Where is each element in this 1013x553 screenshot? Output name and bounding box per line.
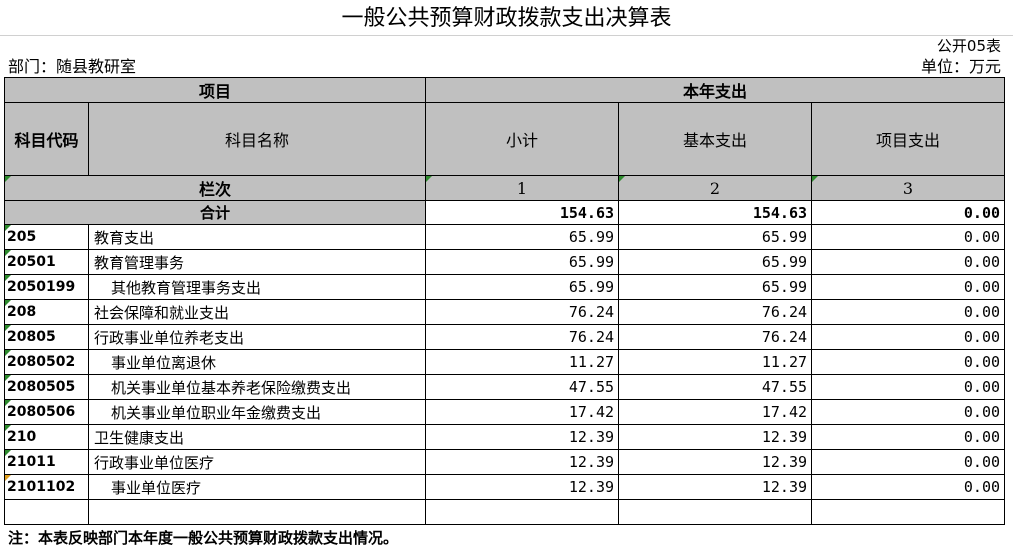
- empty-cell[interactable]: [4, 499, 89, 525]
- row-name[interactable]: 机关事业单位基本养老保险缴费支出: [87, 374, 427, 400]
- row-subtotal[interactable]: 12.39: [425, 424, 620, 450]
- header-subtotal[interactable]: 小计: [425, 102, 620, 176]
- row-subtotal[interactable]: 65.99: [425, 224, 620, 250]
- table-row: 2080505 机关事业单位基本养老保险缴费支出 47.55 47.55 0.0…: [4, 374, 1006, 400]
- row-basic[interactable]: 76.24: [618, 299, 813, 325]
- row-code[interactable]: 2050199: [4, 274, 89, 300]
- row-basic[interactable]: 12.39: [618, 474, 813, 500]
- row-code[interactable]: 2080505: [4, 374, 89, 400]
- row-name[interactable]: 行政事业单位养老支出: [87, 324, 427, 350]
- footnote: 注：本表反映部门本年度一般公共预算财政拨款支出情况。: [8, 529, 399, 547]
- row-subtotal[interactable]: 12.39: [425, 449, 620, 475]
- table-row: 208 社会保障和就业支出 76.24 76.24 0.00: [4, 299, 1006, 325]
- row-code[interactable]: 21011: [4, 449, 89, 475]
- column-index-2[interactable]: 2: [618, 175, 813, 201]
- total-project[interactable]: 0.00: [811, 200, 1006, 225]
- header-project[interactable]: 项目: [3, 77, 427, 103]
- department-label: 部门：随县教研室: [8, 57, 137, 76]
- row-project[interactable]: 0.00: [811, 299, 1006, 325]
- spreadsheet: 一般公共预算财政拨款支出决算表 公开05表 部门：随县教研室 单位：万元 项目 …: [0, 0, 1013, 553]
- row-name[interactable]: 行政事业单位医疗: [87, 449, 427, 475]
- row-name[interactable]: 教育支出: [87, 224, 427, 250]
- row-subtotal[interactable]: 65.99: [425, 274, 620, 300]
- row-project[interactable]: 0.00: [811, 399, 1006, 425]
- table-row: 20805 行政事业单位养老支出 76.24 76.24 0.00: [4, 324, 1006, 350]
- table-row: 21011 行政事业单位医疗 12.39 12.39 0.00: [4, 449, 1006, 475]
- table-row: 2101102 事业单位医疗 12.39 12.39 0.00: [4, 474, 1006, 500]
- table-row: 2080506 机关事业单位职业年金缴费支出 17.42 17.42 0.00: [4, 399, 1006, 425]
- row-basic[interactable]: 11.27: [618, 349, 813, 375]
- page-title: 一般公共预算财政拨款支出决算表: [341, 6, 672, 31]
- empty-cell[interactable]: [87, 499, 427, 525]
- table-row: 205 教育支出 65.99 65.99 0.00: [4, 224, 1006, 250]
- row-basic[interactable]: 65.99: [618, 249, 813, 275]
- row-basic[interactable]: 76.24: [618, 324, 813, 350]
- row-basic[interactable]: 65.99: [618, 224, 813, 250]
- row-name[interactable]: 机关事业单位职业年金缴费支出: [87, 399, 427, 425]
- row-project[interactable]: 0.00: [811, 324, 1006, 350]
- header-basic[interactable]: 基本支出: [618, 102, 813, 176]
- row-name[interactable]: 事业单位医疗: [87, 474, 427, 500]
- row-project[interactable]: 0.00: [811, 224, 1006, 250]
- header-code[interactable]: 科目代码: [4, 102, 89, 176]
- row-project[interactable]: 0.00: [811, 474, 1006, 500]
- empty-cell[interactable]: [811, 499, 1006, 525]
- table-row: 20501 教育管理事务 65.99 65.99 0.00: [4, 249, 1006, 275]
- total-label[interactable]: 合计: [3, 200, 427, 225]
- row-name[interactable]: 社会保障和就业支出: [87, 299, 427, 325]
- row-basic[interactable]: 17.42: [618, 399, 813, 425]
- row-code[interactable]: 2101102: [4, 474, 89, 500]
- row-project[interactable]: 0.00: [811, 249, 1006, 275]
- row-basic[interactable]: 65.99: [618, 274, 813, 300]
- row-name[interactable]: 教育管理事务: [87, 249, 427, 275]
- unit-label: 单位：万元: [920, 57, 1001, 76]
- row-basic[interactable]: 12.39: [618, 449, 813, 475]
- header-project-expense[interactable]: 项目支出: [811, 102, 1006, 176]
- row-code[interactable]: 210: [4, 424, 89, 450]
- row-subtotal[interactable]: 47.55: [425, 374, 620, 400]
- row-project[interactable]: 0.00: [811, 449, 1006, 475]
- row-code[interactable]: 20501: [4, 249, 89, 275]
- header-name[interactable]: 科目名称: [87, 102, 427, 176]
- empty-row: [4, 499, 1006, 525]
- expense-table: 项目 本年支出 科目代码 科目名称 小计 基本支出 项目支出 栏次 1 2 3 …: [3, 77, 1006, 525]
- row-code[interactable]: 2080506: [4, 399, 89, 425]
- row-code[interactable]: 20805: [4, 324, 89, 350]
- row-basic[interactable]: 12.39: [618, 424, 813, 450]
- total-subtotal[interactable]: 154.63: [425, 200, 620, 225]
- row-name[interactable]: 事业单位离退休: [87, 349, 427, 375]
- column-index-label[interactable]: 栏次: [3, 175, 427, 201]
- row-name[interactable]: 卫生健康支出: [87, 424, 427, 450]
- table-row: 2080502 事业单位离退休 11.27 11.27 0.00: [4, 349, 1006, 375]
- row-code[interactable]: 2080502: [4, 349, 89, 375]
- row-project[interactable]: 0.00: [811, 424, 1006, 450]
- column-index-3[interactable]: 3: [811, 175, 1006, 201]
- row-subtotal[interactable]: 11.27: [425, 349, 620, 375]
- table-row: 2050199 其他教育管理事务支出 65.99 65.99 0.00: [4, 274, 1006, 300]
- column-index-1[interactable]: 1: [425, 175, 620, 201]
- row-code[interactable]: 208: [4, 299, 89, 325]
- row-name[interactable]: 其他教育管理事务支出: [87, 274, 427, 300]
- row-subtotal[interactable]: 17.42: [425, 399, 620, 425]
- row-code[interactable]: 205: [4, 224, 89, 250]
- row-project[interactable]: 0.00: [811, 274, 1006, 300]
- empty-cell[interactable]: [618, 499, 813, 525]
- row-project[interactable]: 0.00: [811, 349, 1006, 375]
- row-subtotal[interactable]: 76.24: [425, 299, 620, 325]
- table-number: 公开05表: [936, 37, 1001, 55]
- empty-cell[interactable]: [425, 499, 620, 525]
- table-row: 210 卫生健康支出 12.39 12.39 0.00: [4, 424, 1006, 450]
- row-basic[interactable]: 47.55: [618, 374, 813, 400]
- row-subtotal[interactable]: 12.39: [425, 474, 620, 500]
- title-divider: [0, 35, 1013, 36]
- header-annual-expense[interactable]: 本年支出: [425, 77, 1006, 103]
- total-basic[interactable]: 154.63: [618, 200, 813, 225]
- row-subtotal[interactable]: 76.24: [425, 324, 620, 350]
- row-subtotal[interactable]: 65.99: [425, 249, 620, 275]
- row-project[interactable]: 0.00: [811, 374, 1006, 400]
